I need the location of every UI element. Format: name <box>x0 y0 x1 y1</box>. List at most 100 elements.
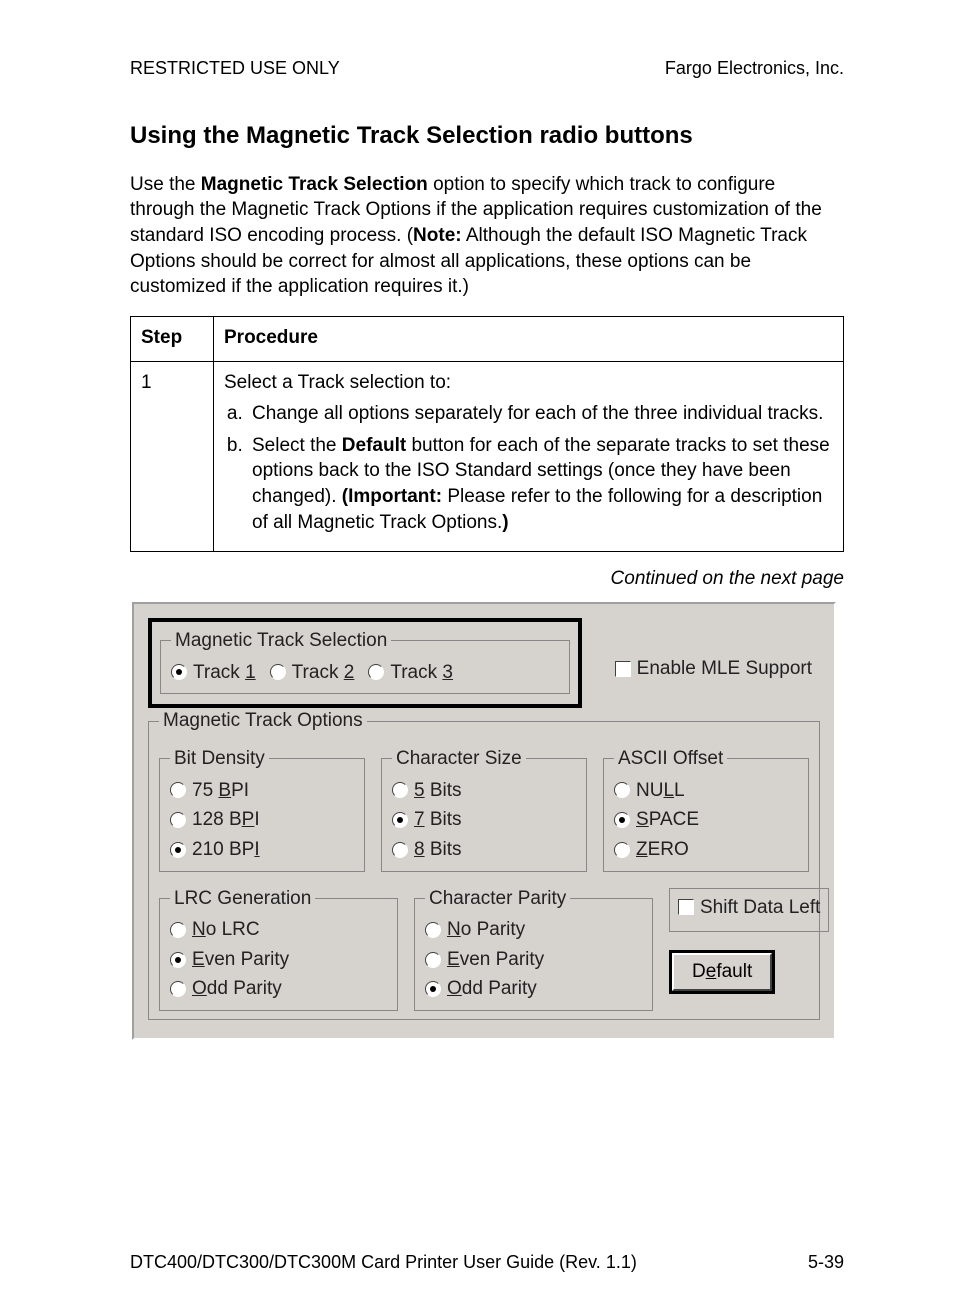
continued-label: Continued on the next page <box>130 566 844 592</box>
bd-210-radio[interactable]: 210 BPI <box>170 837 354 863</box>
radio-icon <box>170 981 186 997</box>
radio-selected-icon <box>170 842 186 858</box>
intro-paragraph: Use the Magnetic Track Selection option … <box>130 172 844 300</box>
radio-icon <box>392 842 408 858</box>
ao-space-radio[interactable]: SPACE <box>614 807 798 833</box>
cs-8-radio[interactable]: 8 Bits <box>392 837 576 863</box>
step-b: Select the Default button for each of th… <box>248 433 833 536</box>
magnetic-track-selection-group: Magnetic Track Selection Track 1 Track 2 <box>160 628 570 694</box>
bit-density-legend: Bit Density <box>170 746 269 772</box>
enable-mle-checkbox[interactable]: Enable MLE Support <box>615 656 812 682</box>
radio-icon <box>368 664 384 680</box>
character-size-group: Character Size 5 Bits 7 Bits 8 Bits <box>381 746 587 872</box>
bd-75-radio[interactable]: 75 BPI <box>170 778 354 804</box>
dialog-panel: Magnetic Track Selection Track 1 Track 2 <box>132 602 836 1040</box>
col-procedure: Procedure <box>214 316 844 361</box>
radio-selected-icon <box>171 664 187 680</box>
default-u: e <box>706 961 717 982</box>
lrc-no-label: No LRC <box>192 917 260 943</box>
magnetic-track-selection-legend: Magnetic Track Selection <box>171 628 391 654</box>
ao-null-label: NULL <box>636 778 685 804</box>
radio-icon <box>270 664 286 680</box>
section-title: Using the Magnetic Track Selection radio… <box>130 120 844 152</box>
lrc-odd-radio[interactable]: Odd Parity <box>170 976 387 1002</box>
ao-space-label: SPACE <box>636 807 699 833</box>
cs-7-label: 7 Bits <box>414 807 462 833</box>
footer-left: DTC400/DTC300/DTC300M Card Printer User … <box>130 1250 637 1274</box>
intro-bold-2: Note: <box>413 225 462 246</box>
step-procedure: Select a Track selection to: Change all … <box>214 361 844 552</box>
radio-selected-icon <box>170 952 186 968</box>
shift-data-left-label: Shift Data Left <box>700 895 820 921</box>
ao-zero-radio[interactable]: ZERO <box>614 837 798 863</box>
cp-odd-radio[interactable]: Odd Parity <box>425 976 642 1002</box>
enable-mle-label: Enable MLE Support <box>637 656 812 682</box>
lrc-no-radio[interactable]: No LRC <box>170 917 387 943</box>
default-button-highlight: Default <box>669 950 775 994</box>
default-post: fault <box>716 961 752 982</box>
track2-label: Track 2 <box>292 660 355 686</box>
ascii-offset-group: ASCII Offset NULL SPACE ZERO <box>603 746 809 872</box>
footer-right: 5-39 <box>808 1250 844 1274</box>
lrc-generation-group: LRC Generation No LRC Even Parity Odd Pa… <box>159 886 398 1012</box>
character-size-legend: Character Size <box>392 746 526 772</box>
radio-icon <box>170 812 186 828</box>
shift-data-left-checkbox[interactable]: Shift Data Left <box>678 895 820 921</box>
ao-zero-label: ZERO <box>636 837 689 863</box>
track3-label: Track 3 <box>390 660 453 686</box>
checkbox-icon <box>678 899 694 915</box>
bd-128-radio[interactable]: 128 BPI <box>170 807 354 833</box>
radio-icon <box>614 782 630 798</box>
table-row: 1 Select a Track selection to: Change al… <box>131 361 844 552</box>
header-left: RESTRICTED USE ONLY <box>130 56 340 80</box>
bd-210-label: 210 BPI <box>192 837 260 863</box>
b-bold1: Default <box>342 435 406 456</box>
track3-radio[interactable]: Track 3 <box>368 660 453 686</box>
radio-icon <box>392 782 408 798</box>
intro-pre: Use the <box>130 174 201 195</box>
bd-128-label: 128 BPI <box>192 807 260 833</box>
cp-odd-label: Odd Parity <box>447 976 537 1002</box>
cs-5-label: 5 Bits <box>414 778 462 804</box>
col-step: Step <box>131 316 214 361</box>
cs-5-radio[interactable]: 5 Bits <box>392 778 576 804</box>
lrc-even-label: Even Parity <box>192 947 289 973</box>
magnetic-track-options-legend: Magnetic Track Options <box>159 708 367 734</box>
cp-no-radio[interactable]: No Parity <box>425 917 642 943</box>
bit-density-group: Bit Density 75 BPI 128 BPI 210 BPI <box>159 746 365 872</box>
cs-8-label: 8 Bits <box>414 837 462 863</box>
radio-selected-icon <box>425 981 441 997</box>
default-button[interactable]: Default <box>672 953 772 991</box>
b-pre: Select the <box>252 435 342 456</box>
track1-radio[interactable]: Track 1 <box>171 660 256 686</box>
track1-label: Track 1 <box>193 660 256 686</box>
procedure-table: Step Procedure 1 Select a Track selectio… <box>130 316 844 552</box>
ascii-offset-legend: ASCII Offset <box>614 746 727 772</box>
track2-radio[interactable]: Track 2 <box>270 660 355 686</box>
lrc-even-radio[interactable]: Even Parity <box>170 947 387 973</box>
bd-75-label: 75 BPI <box>192 778 249 804</box>
radio-selected-icon <box>614 812 630 828</box>
shift-data-left-group: Shift Data Left <box>669 888 829 932</box>
header-right: Fargo Electronics, Inc. <box>665 56 844 80</box>
b-close: ) <box>502 512 508 533</box>
b-bold2: Important: <box>348 486 442 507</box>
cs-7-radio[interactable]: 7 Bits <box>392 807 576 833</box>
radio-icon <box>614 842 630 858</box>
default-pre: D <box>692 961 706 982</box>
magnetic-track-selection-highlight: Magnetic Track Selection Track 1 Track 2 <box>148 618 582 708</box>
radio-icon <box>170 782 186 798</box>
step-number: 1 <box>131 361 214 552</box>
step-lead: Select a Track selection to: <box>224 372 451 393</box>
lrc-odd-label: Odd Parity <box>192 976 282 1002</box>
cp-no-label: No Parity <box>447 917 525 943</box>
radio-selected-icon <box>392 812 408 828</box>
radio-icon <box>425 922 441 938</box>
cp-even-radio[interactable]: Even Parity <box>425 947 642 973</box>
ao-null-radio[interactable]: NULL <box>614 778 798 804</box>
lrc-generation-legend: LRC Generation <box>170 886 315 912</box>
cp-even-label: Even Parity <box>447 947 544 973</box>
checkbox-icon <box>615 661 631 677</box>
radio-icon <box>425 952 441 968</box>
radio-icon <box>170 922 186 938</box>
